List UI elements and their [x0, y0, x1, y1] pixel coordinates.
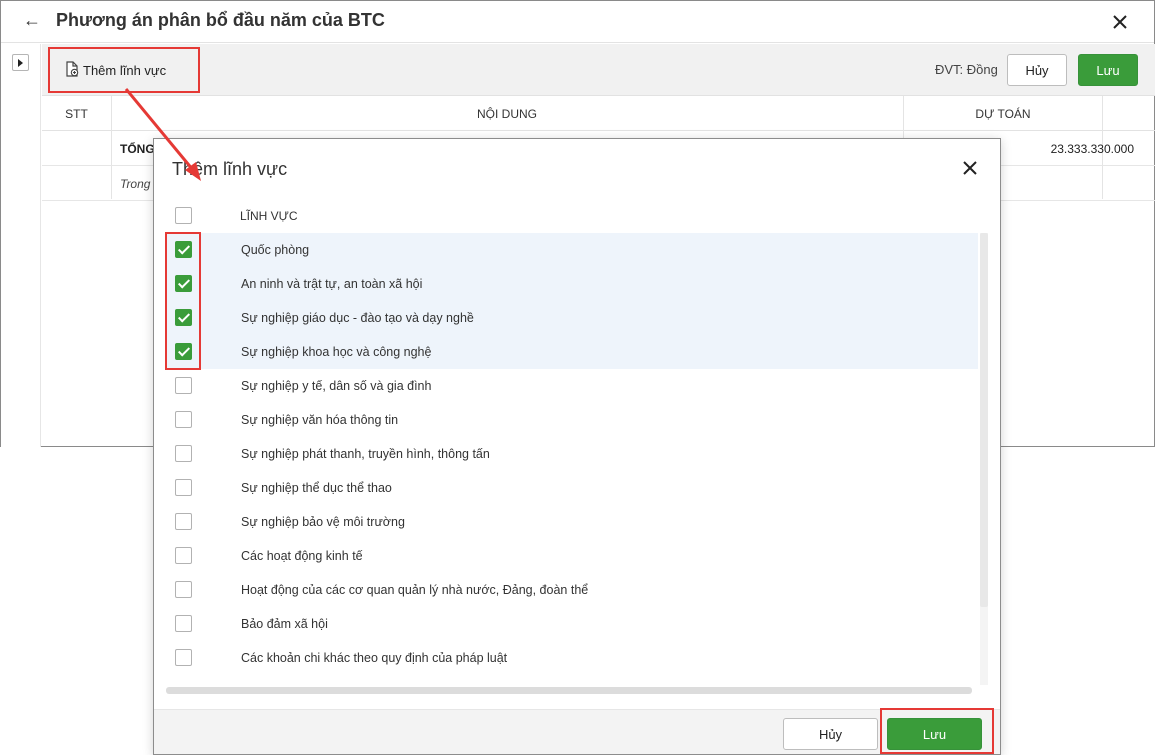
list-header: LĨNH VỰC — [166, 199, 986, 233]
field-label: Sự nghiệp thể dục thể thao — [241, 481, 392, 495]
field-checkbox[interactable] — [175, 445, 192, 462]
field-checkbox[interactable] — [175, 377, 192, 394]
left-rail — [1, 44, 41, 447]
close-icon[interactable] — [958, 156, 982, 180]
annotation-highlight-checkboxes — [165, 232, 201, 370]
row-amount: 23.333.330.000 — [1050, 142, 1134, 156]
unit-label: ĐVT: Đồng — [935, 62, 998, 77]
horizontal-scrollbar[interactable] — [166, 687, 972, 694]
save-button[interactable]: Lưu — [1078, 54, 1138, 86]
dialog-cancel-button[interactable]: Hủy — [783, 718, 878, 750]
select-all-checkbox[interactable] — [175, 207, 192, 224]
list-item[interactable]: An ninh và trật tự, an toàn xã hội — [166, 267, 978, 301]
field-checkbox[interactable] — [175, 649, 192, 666]
field-checkbox[interactable] — [175, 581, 192, 598]
list-item[interactable]: Sự nghiệp phát thanh, truyền hình, thông… — [166, 437, 978, 471]
row-content: Trong — [120, 177, 151, 191]
column-header-budget[interactable]: DỰ TOÁN — [903, 96, 1103, 131]
grid-header: STT NỘI DUNG DỰ TOÁN — [42, 96, 1155, 131]
field-label: Sự nghiệp văn hóa thông tin — [241, 413, 399, 427]
field-label: An ninh và trật tự, an toàn xã hội — [241, 277, 423, 291]
annotation-highlight-save — [880, 708, 994, 754]
window-header: ← Phương án phân bổ đầu năm của BTC — [1, 1, 1154, 43]
list-header-label: LĨNH VỰC — [240, 209, 298, 223]
field-label: Sự nghiệp bảo vệ môi trường — [241, 515, 405, 529]
field-label: Hoạt động của các cơ quan quản lý nhà nư… — [241, 583, 589, 597]
field-label: Bảo đảm xã hội — [241, 617, 328, 631]
expand-panel-button[interactable] — [12, 54, 29, 71]
field-checkbox[interactable] — [175, 615, 192, 632]
arrow-left-icon[interactable]: ← — [21, 9, 43, 31]
field-checkbox[interactable] — [175, 479, 192, 496]
annotation-highlight-add-field — [48, 47, 200, 93]
column-header-stt[interactable]: STT — [42, 96, 111, 131]
dialog-footer: Hủy Lưu — [154, 709, 1000, 754]
list-item[interactable]: Quốc phòng — [166, 233, 978, 267]
list-item[interactable]: Sự nghiệp y tế, dân số và gia đình — [166, 369, 978, 403]
list-item[interactable]: Các khoản chi khác theo quy định của phá… — [166, 641, 978, 675]
add-field-dialog: Thêm lĩnh vực LĨNH VỰC Quốc phòng An ninh… — [153, 138, 1001, 755]
list-item[interactable]: Các hoạt động kinh tế — [166, 539, 978, 573]
vertical-scroll-thumb[interactable] — [980, 233, 988, 607]
field-label: Sự nghiệp giáo dục - đào tạo và dạy nghề — [241, 311, 474, 325]
dialog-title: Thêm lĩnh vực — [172, 159, 288, 179]
field-checkbox[interactable] — [175, 513, 192, 530]
list-item[interactable]: Sự nghiệp khoa học và công nghệ — [166, 335, 978, 369]
list-item[interactable]: Sự nghiệp thể dục thể thao — [166, 471, 978, 505]
list-item[interactable]: Sự nghiệp bảo vệ môi trường — [166, 505, 978, 539]
cancel-button[interactable]: Hủy — [1007, 54, 1067, 86]
toolbar: Thêm lĩnh vực ĐVT: Đồng Hủy Lưu — [42, 44, 1155, 96]
field-checkbox[interactable] — [175, 547, 192, 564]
field-label: Các hoạt động kinh tế — [241, 549, 363, 563]
page-title: Phương án phân bổ đầu năm của BTC — [56, 10, 385, 30]
field-label: Các khoản chi khác theo quy định của phá… — [241, 651, 508, 665]
field-label: Sự nghiệp phát thanh, truyền hình, thông… — [241, 447, 490, 461]
field-list: Quốc phòng An ninh và trật tự, an toàn xã… — [166, 233, 978, 685]
field-checkbox[interactable] — [175, 411, 192, 428]
field-label: Quốc phòng — [241, 243, 310, 257]
column-header-content[interactable]: NỘI DUNG — [111, 96, 903, 131]
list-item[interactable]: Sự nghiệp văn hóa thông tin — [166, 403, 978, 437]
field-label: Sự nghiệp khoa học và công nghệ — [241, 345, 432, 359]
list-item[interactable]: Bảo đảm xã hội — [166, 607, 978, 641]
close-icon[interactable] — [1107, 9, 1133, 35]
list-item[interactable]: Hoạt động của các cơ quan quản lý nhà nư… — [166, 573, 978, 607]
list-item[interactable]: Sự nghiệp giáo dục - đào tạo và dạy nghề — [166, 301, 978, 335]
row-content: TỔNG — [120, 142, 155, 156]
field-label: Sự nghiệp y tế, dân số và gia đình — [241, 379, 432, 393]
